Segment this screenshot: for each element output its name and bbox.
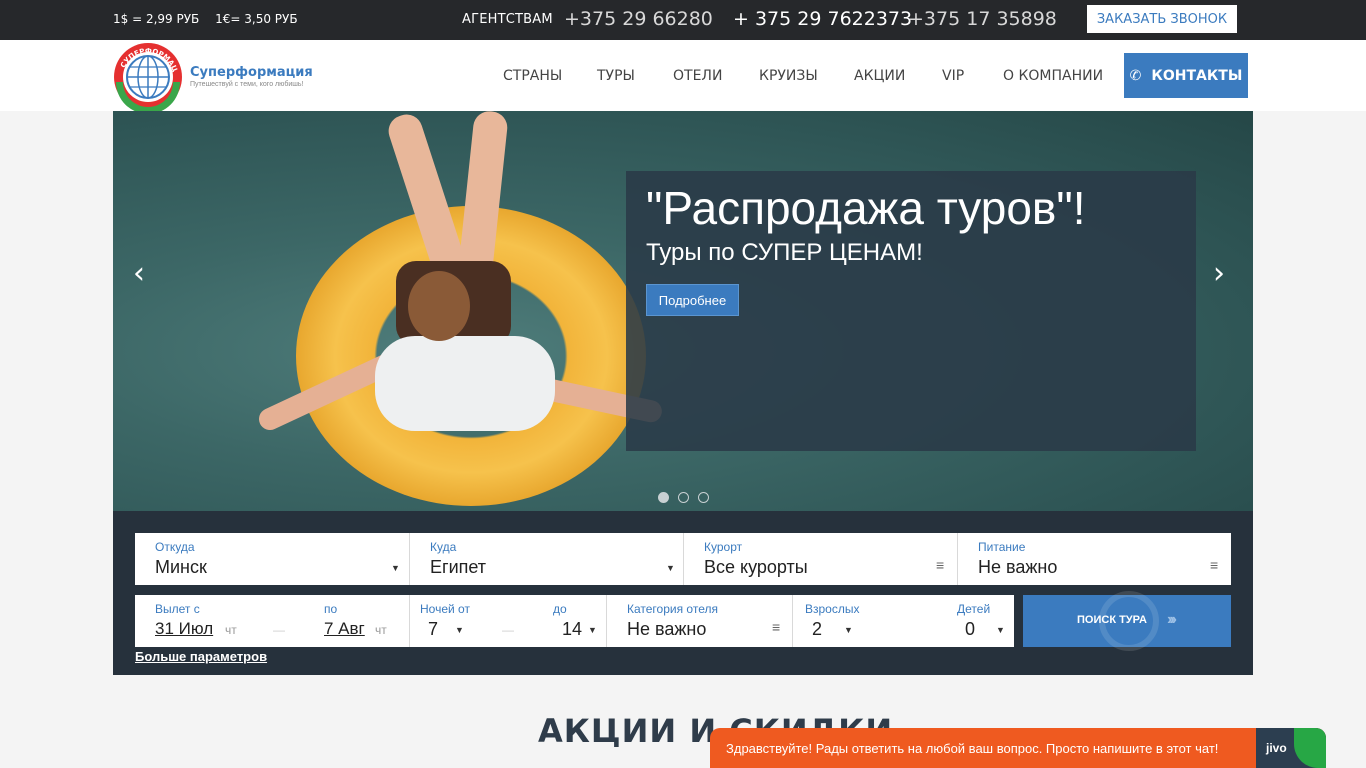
- list-icon: ≡: [772, 619, 781, 635]
- usd-rate: 1$ = 2,99 РУБ: [113, 12, 200, 26]
- nights-field[interactable]: Ночей от 7 ▼ — до 14 ▼: [410, 595, 607, 647]
- to-value: Египет: [430, 557, 487, 577]
- depart-label: Вылет с: [155, 602, 200, 616]
- nights-from-label: Ночей от: [420, 602, 470, 616]
- slide-more-button[interactable]: Подробнее: [646, 284, 739, 316]
- chat-brand-label: jivo: [1266, 741, 1287, 755]
- chat-brand[interactable]: jivo: [1256, 728, 1326, 768]
- dates-field[interactable]: Вылет с 31 Июл чт — по 7 Авг чт: [135, 595, 410, 647]
- children-value[interactable]: 0: [965, 619, 975, 640]
- slider-prev-arrow-icon[interactable]: ‹: [133, 256, 145, 291]
- chevron-down-icon: ▼: [391, 563, 400, 573]
- resort-label: Курорт: [704, 540, 743, 554]
- slide-title: "Распродажа туров"!: [646, 182, 1086, 234]
- from-value: Минск: [155, 557, 207, 577]
- travelers-field[interactable]: Взрослых 2 ▼ Детей 0 ▼: [793, 595, 1014, 647]
- slider-dot[interactable]: [698, 492, 709, 503]
- more-params-link[interactable]: Больше параметров: [135, 649, 267, 664]
- phone-icon: ✆: [1129, 67, 1142, 84]
- agencies-link[interactable]: АГЕНТСТВАМ: [462, 12, 553, 27]
- depart-date[interactable]: 31 Июл: [155, 619, 213, 639]
- nav-tours[interactable]: ТУРЫ: [597, 68, 635, 84]
- adults-value[interactable]: 2: [812, 619, 822, 640]
- chevron-down-icon: ▼: [996, 625, 1005, 635]
- until-weekday: чт: [375, 623, 387, 637]
- meal-select[interactable]: Питание Не важно ≡: [958, 533, 1231, 585]
- hero-image-body: [375, 336, 555, 431]
- hotel-value: Не важно: [627, 619, 707, 639]
- nights-to-label: до: [553, 602, 567, 616]
- nav-countries[interactable]: СТРАНЫ: [503, 68, 562, 84]
- nights-from-value[interactable]: 7: [428, 619, 438, 640]
- nav-hotels[interactable]: ОТЕЛИ: [673, 68, 722, 84]
- from-label: Откуда: [155, 540, 195, 554]
- contacts-label: КОНТАКТЫ: [1151, 67, 1243, 84]
- hero-slider: "Распродажа туров"! Туры по СУПЕР ЦЕНАМ!…: [113, 111, 1253, 511]
- currency-rates: 1$ = 2,99 РУБ 1€= 3,50 РУБ: [113, 12, 310, 26]
- date-separator: —: [273, 623, 285, 637]
- status-indicator: [1294, 728, 1326, 768]
- until-label: по: [324, 602, 338, 616]
- from-select[interactable]: Откуда Минск ▼: [135, 533, 410, 585]
- list-icon: ≡: [936, 557, 945, 573]
- tour-search-panel: Откуда Минск ▼ Куда Египет ▼ Курорт Все …: [113, 511, 1253, 675]
- resort-select[interactable]: Курорт Все курорты ≡: [684, 533, 958, 585]
- nav-vip[interactable]: VIP: [942, 68, 964, 84]
- slider-dot[interactable]: [678, 492, 689, 503]
- meal-label: Питание: [978, 540, 1026, 554]
- chevron-down-icon: ▼: [588, 625, 597, 635]
- depart-weekday: чт: [225, 623, 237, 637]
- adults-label: Взрослых: [805, 602, 860, 616]
- nav-promotions[interactable]: АКЦИИ: [854, 68, 905, 84]
- search-tour-button[interactable]: ПОИСК ТУРА ›››: [1023, 591, 1231, 651]
- until-date[interactable]: 7 Авг: [324, 619, 365, 639]
- hero-image-head: [408, 271, 470, 341]
- meal-value: Не важно: [978, 557, 1058, 577]
- nav-about[interactable]: О КОМПАНИИ: [1003, 68, 1103, 84]
- search-tour-label: ПОИСК ТУРА: [1077, 614, 1147, 626]
- list-icon: ≡: [1210, 557, 1219, 573]
- eur-rate: 1€= 3,50 РУБ: [215, 12, 298, 26]
- header: СУПЕРФОРМАЦИЯ Суперформация Путешествуй …: [0, 40, 1366, 112]
- nav-cruises[interactable]: КРУИЗЫ: [759, 68, 818, 84]
- chat-message[interactable]: Здравствуйте! Рады ответить на любой ваш…: [726, 741, 1218, 756]
- chevron-down-icon: ▼: [455, 625, 464, 635]
- chevrons-right-icon: ›››: [1167, 611, 1177, 628]
- children-label: Детей: [957, 602, 991, 616]
- resort-value: Все курорты: [704, 557, 808, 577]
- chevron-down-icon: ▼: [666, 563, 675, 573]
- slider-dot[interactable]: [658, 492, 669, 503]
- slider-dots: [658, 492, 709, 503]
- slide-caption: "Распродажа туров"! Туры по СУПЕР ЦЕНАМ!…: [626, 171, 1196, 451]
- slider-next-arrow-icon[interactable]: ›: [1213, 256, 1225, 291]
- hotel-label: Категория отеля: [627, 602, 718, 616]
- top-bar: 1$ = 2,99 РУБ 1€= 3,50 РУБ АГЕНТСТВАМ +3…: [0, 0, 1366, 40]
- chat-widget[interactable]: Здравствуйте! Рады ответить на любой ваш…: [710, 728, 1326, 768]
- nights-separator: —: [502, 623, 514, 637]
- chevron-down-icon: ▼: [844, 625, 853, 635]
- phone-1[interactable]: +375 29 662801: [564, 8, 712, 30]
- hotel-category-select[interactable]: Категория отеля Не важно ≡: [607, 595, 793, 647]
- to-label: Куда: [430, 540, 457, 554]
- phone-2[interactable]: + 375 29 7622373: [733, 8, 912, 30]
- slide-subtitle: Туры по СУПЕР ЦЕНАМ!: [646, 239, 923, 266]
- nights-to-value[interactable]: 14: [562, 619, 582, 640]
- callback-button[interactable]: ЗАКАЗАТЬ ЗВОНОК: [1087, 5, 1237, 33]
- contacts-button[interactable]: ✆ КОНТАКТЫ: [1124, 53, 1248, 98]
- phone-3[interactable]: +375 17 358988: [908, 8, 1058, 30]
- to-select[interactable]: Куда Египет ▼: [410, 533, 684, 585]
